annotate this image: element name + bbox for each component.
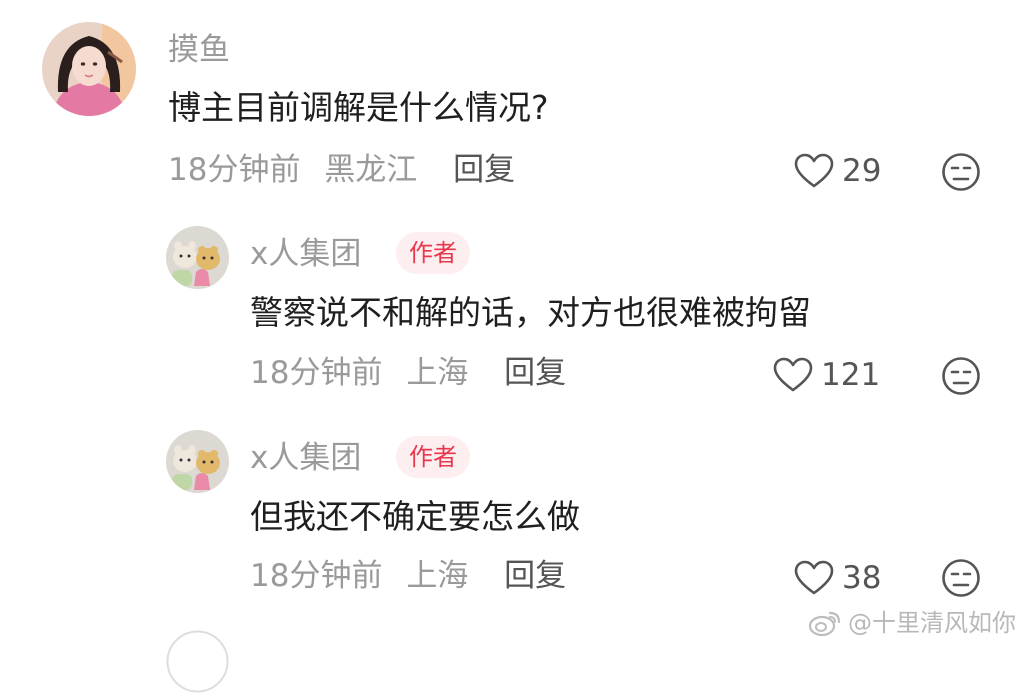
comment-text: 博主目前调解是什么情况? xyxy=(168,88,549,127)
like-button[interactable]: 121 xyxy=(773,357,880,393)
comment-text: 但我还不确定要怎么做 xyxy=(250,497,580,536)
comment-location: 上海 xyxy=(406,355,469,391)
comment-meta: 18分钟前 黑龙江 回复 xyxy=(168,152,515,188)
avatar[interactable] xyxy=(166,630,229,693)
comment-text: 警察说不和解的话，对方也很难被拘留 xyxy=(250,293,811,332)
author-badge: 作者 xyxy=(396,232,470,274)
comment-location: 上海 xyxy=(406,558,469,594)
reply-button[interactable]: 回复 xyxy=(504,558,566,594)
like-count: 29 xyxy=(842,153,882,189)
dislike-button[interactable] xyxy=(941,558,981,602)
dislike-button[interactable] xyxy=(941,152,981,196)
comment-username[interactable]: 摸鱼 xyxy=(168,32,230,68)
watermark: @十里清风如你 xyxy=(808,608,1016,638)
comment-time: 18分钟前 xyxy=(250,558,383,594)
author-badge: 作者 xyxy=(396,436,470,478)
reply-button[interactable]: 回复 xyxy=(453,152,515,188)
weibo-logo-icon xyxy=(808,611,841,637)
heart-outline-icon xyxy=(794,560,834,595)
heart-outline-icon xyxy=(794,153,834,188)
like-count: 38 xyxy=(842,560,882,596)
comment-username[interactable]: x人集团 xyxy=(250,236,361,272)
comment-username[interactable]: x人集团 xyxy=(250,440,361,476)
avatar[interactable] xyxy=(42,22,136,116)
comment-time: 18分钟前 xyxy=(250,355,383,391)
comment-location: 黑龙江 xyxy=(324,152,418,188)
heart-outline-icon xyxy=(773,357,813,392)
comment-time: 18分钟前 xyxy=(168,152,301,188)
like-button[interactable]: 29 xyxy=(794,153,881,189)
like-count: 121 xyxy=(821,357,881,393)
dislike-button[interactable] xyxy=(941,356,981,400)
avatar[interactable] xyxy=(166,226,229,289)
avatar[interactable] xyxy=(166,430,229,493)
unamused-face-icon xyxy=(942,153,980,191)
reply-button[interactable]: 回复 xyxy=(504,355,566,391)
like-button[interactable]: 38 xyxy=(794,560,881,596)
comment-meta: 18分钟前 上海 回复 xyxy=(250,558,566,594)
watermark-text: @十里清风如你 xyxy=(848,609,1016,637)
unamused-face-icon xyxy=(942,559,980,597)
unamused-face-icon xyxy=(942,357,980,395)
comment-meta: 18分钟前 上海 回复 xyxy=(250,355,566,391)
